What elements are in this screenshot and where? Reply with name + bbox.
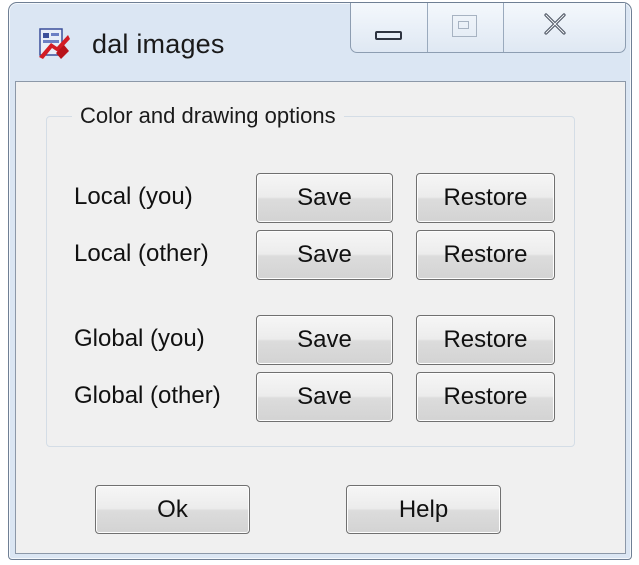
restore-local-other-button[interactable]: Restore <box>416 230 555 280</box>
save-local-you-button[interactable]: Save <box>256 173 393 223</box>
close-icon <box>544 13 566 35</box>
save-global-other-button[interactable]: Save <box>256 372 393 422</box>
restore-global-other-button[interactable]: Restore <box>416 372 555 422</box>
minimize-button[interactable] <box>351 3 427 52</box>
group-legend: Color and drawing options <box>72 104 344 128</box>
row-label-global-other: Global (other) <box>74 382 221 409</box>
title-bar[interactable]: dal images <box>9 3 631 81</box>
dal-app-icon <box>39 28 70 59</box>
maximize-icon <box>452 15 477 37</box>
minimize-icon <box>375 31 402 40</box>
save-global-you-button[interactable]: Save <box>256 315 393 365</box>
save-local-other-button[interactable]: Save <box>256 230 393 280</box>
caption-buttons <box>350 3 626 53</box>
row-label-local-you: Local (you) <box>74 183 193 210</box>
help-button[interactable]: Help <box>346 485 501 534</box>
restore-global-you-button[interactable]: Restore <box>416 315 555 365</box>
maximize-button[interactable] <box>427 3 503 52</box>
restore-local-you-button[interactable]: Restore <box>416 173 555 223</box>
row-label-global-you: Global (you) <box>74 325 205 352</box>
window-title: dal images <box>92 29 225 59</box>
ok-button[interactable]: Ok <box>95 485 250 534</box>
close-button[interactable] <box>503 3 625 52</box>
row-label-local-other: Local (other) <box>74 240 209 267</box>
